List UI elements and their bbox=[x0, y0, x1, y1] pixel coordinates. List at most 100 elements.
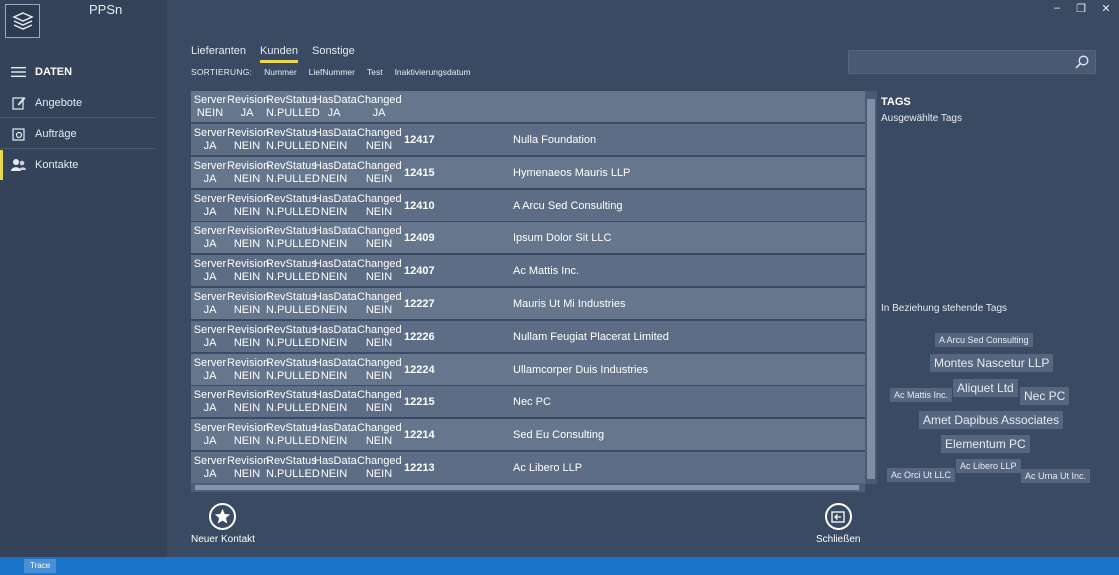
cell-revstatus: N.PULLED bbox=[266, 304, 320, 316]
tag-chip[interactable]: A Arcu Sed Consulting bbox=[935, 333, 1033, 347]
selected-tags-label: Ausgewählte Tags bbox=[881, 113, 962, 124]
cell-revision: NEIN bbox=[233, 369, 261, 382]
close-window-button[interactable]: ✕ bbox=[1099, 2, 1113, 15]
cell-number: 12407 bbox=[404, 265, 435, 278]
layers-menu-button[interactable] bbox=[5, 4, 40, 38]
table-row[interactable]: Server JA Revision NEIN RevStatus N.PULLED Has… bbox=[191, 320, 865, 353]
table-row[interactable]: Server JA Revision NEIN RevStatus N.PULLED Has… bbox=[191, 386, 865, 419]
col-label-revision: Revision bbox=[227, 422, 270, 435]
new-contact-button[interactable]: Neuer Kontakt bbox=[191, 503, 255, 545]
table-row[interactable]: Server JA Revision NEIN RevStatus N.PULLED Has… bbox=[191, 419, 865, 452]
trace-button[interactable]: Trace bbox=[24, 559, 57, 573]
restore-button[interactable]: ❐ bbox=[1074, 2, 1088, 15]
vertical-scrollbar[interactable] bbox=[865, 91, 877, 484]
tab-kunden[interactable]: Kunden bbox=[260, 45, 298, 63]
col-label-server: Server bbox=[193, 291, 227, 303]
table-row[interactable]: Server JA Revision NEIN RevStatus N.PULLED Has… bbox=[191, 353, 865, 386]
search-icon[interactable] bbox=[1075, 55, 1089, 74]
table-row[interactable]: Server JA Revision NEIN RevStatus N.PULLED Has… bbox=[191, 452, 865, 484]
status-bar: Trace bbox=[0, 557, 1119, 575]
tag-chip[interactable]: Ac Urna Ut Inc. bbox=[1021, 469, 1091, 483]
table-row[interactable]: Server JA Revision NEIN RevStatus N.PULLED Has… bbox=[191, 156, 865, 189]
sort-option-liefnummer[interactable]: LiefNummer bbox=[309, 67, 355, 77]
cell-server: JA bbox=[203, 336, 217, 349]
table-row[interactable]: Server JA Revision NEIN RevStatus N.PULLED Has… bbox=[191, 124, 865, 156]
col-label-changed: Changed bbox=[357, 258, 402, 271]
cell-changed: NEIN bbox=[365, 402, 393, 415]
tab-bar: Lieferanten Kunden Sonstige bbox=[191, 45, 355, 63]
cell-hasdata: NEIN bbox=[320, 304, 348, 316]
col-label-hasdata: HasData bbox=[314, 389, 357, 402]
sort-option-nummer[interactable]: Nummer bbox=[264, 67, 297, 77]
app-title: PPSn bbox=[89, 2, 123, 17]
star-icon bbox=[209, 503, 237, 530]
close-label: Schließen bbox=[816, 534, 861, 545]
nav-header-daten[interactable]: DATEN bbox=[11, 66, 72, 78]
cell-name: Sed Eu Consulting bbox=[513, 429, 605, 442]
tags-title: TAGS bbox=[881, 96, 911, 108]
col-label-revstatus: RevStatus bbox=[266, 422, 317, 435]
cell-revision: NEIN bbox=[233, 336, 261, 349]
cell-revision: NEIN bbox=[233, 304, 261, 316]
cell-server: JA bbox=[203, 304, 217, 316]
table-row[interactable]: Server JA Revision NEIN RevStatus N.PULLED Has… bbox=[191, 255, 865, 288]
col-label-server: Server bbox=[193, 159, 227, 172]
tag-chip[interactable]: Ac Libero LLP bbox=[956, 459, 1021, 473]
col-label-revstatus: RevStatus bbox=[266, 389, 317, 402]
horizontal-scroll-thumb[interactable] bbox=[195, 485, 859, 490]
search-input[interactable] bbox=[849, 51, 1069, 73]
cell-revstatus: N.PULLED bbox=[266, 140, 320, 152]
col-label-hasdata: HasData bbox=[314, 127, 357, 139]
close-button[interactable]: Schließen bbox=[816, 503, 860, 545]
nav-header-label: DATEN bbox=[35, 66, 73, 78]
vertical-scroll-thumb[interactable] bbox=[867, 99, 875, 479]
tag-chip[interactable]: Montes Nascetur LLP bbox=[930, 354, 1054, 372]
minimize-button[interactable]: – bbox=[1050, 2, 1064, 14]
sidebar-item-angebote[interactable]: Angebote bbox=[0, 88, 156, 118]
sort-option-test[interactable]: Test bbox=[367, 67, 383, 77]
cell-revision: NEIN bbox=[233, 172, 261, 185]
table-row[interactable]: Server JA Revision NEIN RevStatus N.PULLED Has… bbox=[191, 288, 865, 320]
cell-number: 12213 bbox=[404, 462, 435, 474]
sidebar-item-kontakte[interactable]: Kontakte bbox=[0, 150, 156, 180]
col-label-hasdata: HasData bbox=[314, 94, 357, 106]
cell-changed: NEIN bbox=[365, 336, 393, 349]
sort-option-inaktivierungsdatum[interactable]: Inaktivierungsdatum bbox=[395, 67, 471, 77]
cell-revstatus: N.PULLED bbox=[266, 336, 320, 349]
table-row[interactable]: Server JA Revision NEIN RevStatus N.PULLED Has… bbox=[191, 222, 865, 255]
tag-chip[interactable]: Aliquet Ltd bbox=[953, 379, 1018, 397]
col-label-server: Server bbox=[193, 225, 227, 238]
table-row[interactable]: Server JA Revision NEIN RevStatus N.PULLED Has… bbox=[191, 189, 865, 222]
tag-chip[interactable]: Amet Dapibus Associates bbox=[919, 411, 1064, 429]
col-label-hasdata: HasData bbox=[314, 291, 357, 303]
tag-chip[interactable]: Ac Mattis Inc. bbox=[890, 388, 953, 402]
col-label-revision: Revision bbox=[227, 127, 270, 139]
tag-chip[interactable]: Elementum PC bbox=[941, 435, 1030, 453]
col-label-server: Server bbox=[193, 192, 227, 205]
tab-lieferanten[interactable]: Lieferanten bbox=[191, 45, 246, 63]
table-row[interactable]: Server NEIN Revision JA RevStatus N.PULLED … bbox=[191, 91, 865, 123]
sidebar-item-auftraege[interactable]: Aufträge bbox=[0, 119, 156, 149]
horizontal-scrollbar[interactable] bbox=[191, 483, 865, 492]
cell-revision: NEIN bbox=[233, 271, 261, 284]
col-label-revision: Revision bbox=[227, 159, 270, 172]
col-label-hasdata: HasData bbox=[314, 192, 357, 205]
tag-chip[interactable]: Nec PC bbox=[1020, 387, 1070, 405]
cell-server: JA bbox=[203, 468, 217, 480]
cell-hasdata: NEIN bbox=[320, 468, 348, 480]
cell-hasdata: NEIN bbox=[320, 205, 348, 218]
col-label-server: Server bbox=[193, 127, 227, 139]
cell-number: 12214 bbox=[404, 429, 435, 442]
cell-revstatus: N.PULLED bbox=[266, 107, 320, 119]
search-box bbox=[848, 50, 1096, 74]
tag-chip[interactable]: Ac Orci Ut LLC bbox=[887, 468, 956, 482]
col-label-revstatus: RevStatus bbox=[266, 225, 317, 238]
cell-server: JA bbox=[203, 205, 217, 218]
sidebar-item-label: Aufträge bbox=[35, 127, 77, 140]
close-icon: ✕ bbox=[1101, 3, 1111, 15]
sort-label: SORTIERUNG: bbox=[191, 67, 253, 77]
cell-server: JA bbox=[203, 271, 217, 284]
tab-sonstige[interactable]: Sonstige bbox=[312, 45, 355, 63]
contacts-icon bbox=[11, 158, 26, 173]
col-label-hasdata: HasData bbox=[314, 159, 357, 172]
